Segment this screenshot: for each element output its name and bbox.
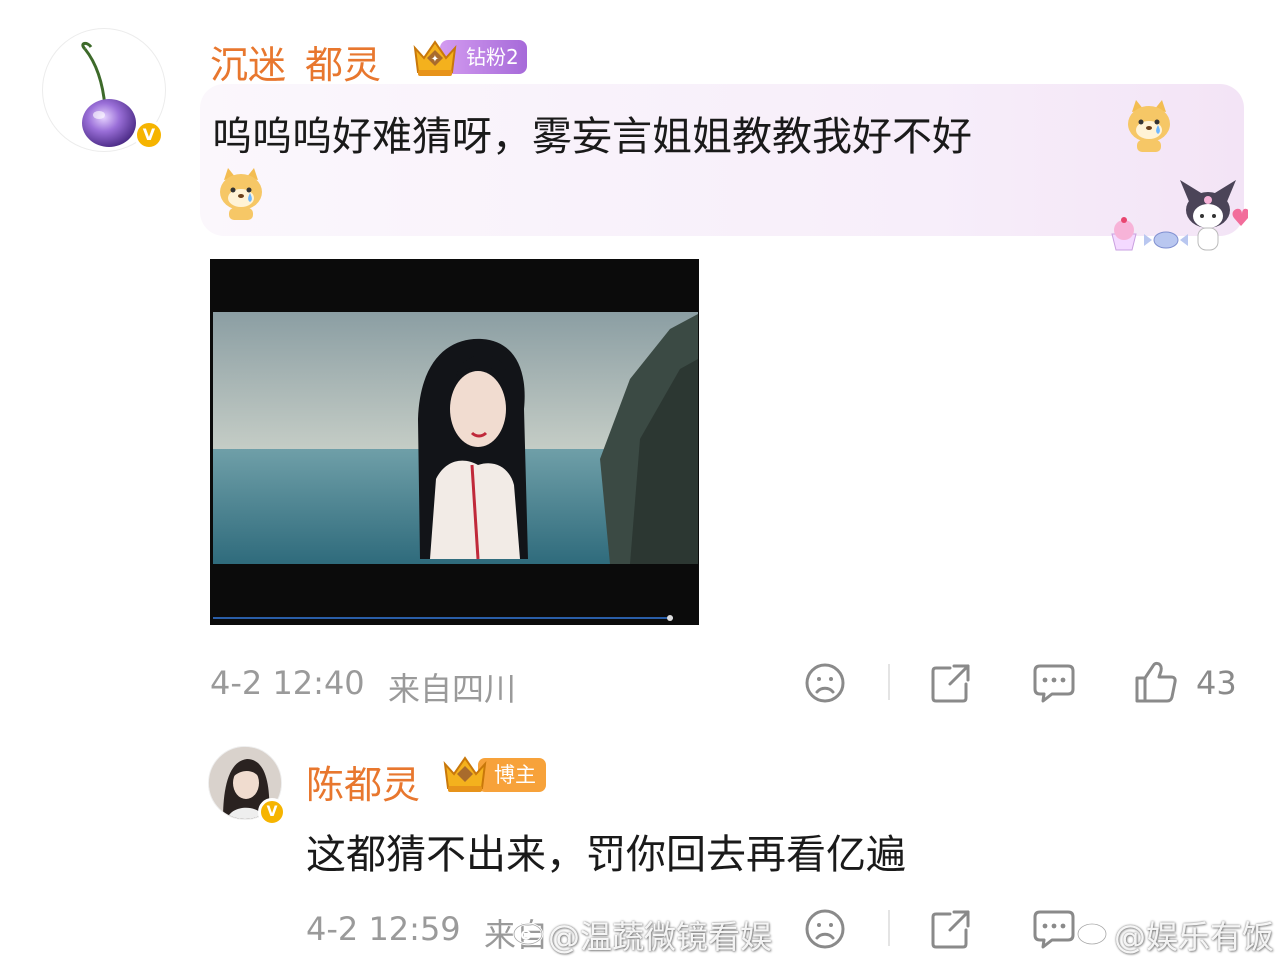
diamond-crown-icon [440, 752, 490, 800]
share-icon[interactable] [930, 662, 972, 708]
comment-timestamp: 4-2 12:40 [210, 664, 365, 702]
reply-text: 这都猜不出来，罚你回去再看亿遍 [306, 832, 906, 878]
watermark-left: @温蔬微镜看娱 [548, 918, 773, 956]
commenter-username[interactable]: 沉迷_都灵 [210, 34, 381, 89]
comment-icon[interactable] [1032, 908, 1076, 954]
weibo-logo-icon [1076, 914, 1112, 950]
doge-cry-emoji-icon [216, 166, 266, 226]
comment-location: 来自四川 [388, 670, 517, 708]
verified-badge: V [258, 798, 286, 826]
svg-text:✦: ✦ [431, 54, 439, 65]
doge-cry-emoji-icon [1124, 98, 1174, 158]
comment-icon[interactable] [1032, 662, 1076, 708]
like-count: 43 [1196, 664, 1237, 702]
action-divider [888, 910, 890, 946]
verified-badge: V [134, 120, 164, 150]
frown-face-icon[interactable] [804, 662, 846, 708]
drama-still-image [210, 259, 699, 625]
weibo-logo-icon [512, 914, 548, 950]
diamond-crown-icon: ✦ [410, 36, 460, 84]
attached-photo[interactable] [210, 259, 699, 625]
kuromi-bubble-decoration-icon [1108, 174, 1250, 264]
watermark-right: @娱乐有饭 [1114, 918, 1275, 956]
comment-text: 呜呜呜好难猜呀，雾妄言姐姐教教我好不好 [212, 114, 972, 160]
thumb-up-icon[interactable] [1134, 660, 1178, 708]
replier-username[interactable]: 陈都灵 [306, 754, 420, 809]
share-icon[interactable] [930, 908, 972, 954]
reply-timestamp: 4-2 12:59 [306, 910, 461, 948]
action-divider [888, 664, 890, 700]
frown-face-icon[interactable] [804, 908, 846, 954]
